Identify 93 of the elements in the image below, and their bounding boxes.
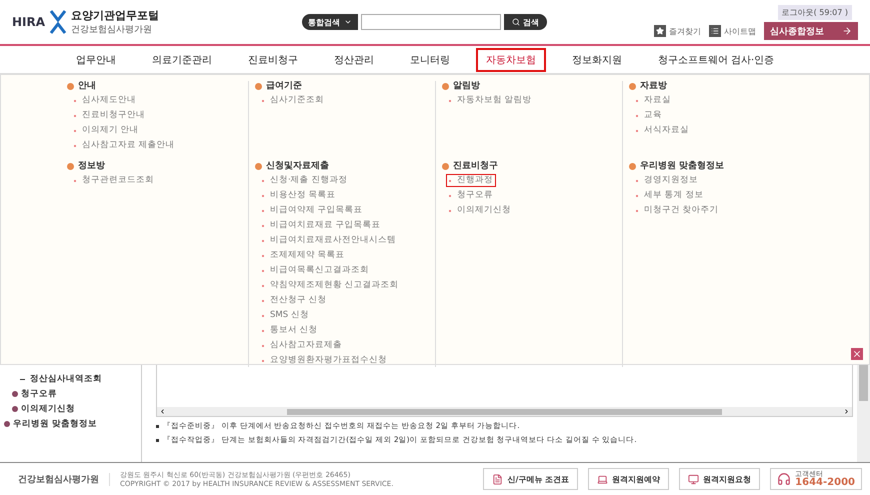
close-button[interactable]	[851, 348, 863, 360]
menu-link[interactable]: 약침약제조제현황 신고결과조회	[259, 279, 402, 292]
bullet-icon	[67, 83, 74, 90]
menu-link[interactable]: 자료실	[633, 94, 674, 107]
footer-button[interactable]: 신/구메뉴 조견표	[483, 468, 578, 490]
logo-title: 요양기관업무포털	[71, 8, 160, 23]
laptop-icon	[597, 474, 608, 484]
search-field[interactable]	[361, 14, 501, 30]
menu-link[interactable]: 비급여목록신고결과조회	[259, 264, 372, 277]
menu-link[interactable]: 심사참고자료 제출안내	[71, 139, 178, 152]
menu-link[interactable]: 조제제제약 목록표	[259, 249, 348, 262]
horizontal-scrollbar[interactable]	[157, 407, 852, 416]
menu-link[interactable]: 서식자료실	[633, 124, 692, 137]
logo-brand: HIRA	[12, 15, 46, 29]
nav-tab[interactable]: 진료비청구	[238, 48, 308, 72]
menu-group-title: 우리병원 맞춤형정보	[629, 161, 809, 172]
sidebar-item[interactable]: 청구오류	[0, 388, 141, 400]
monitor-icon	[688, 474, 700, 484]
bullet-icon	[255, 163, 262, 170]
menu-link[interactable]: 비용산정 목록표	[259, 189, 339, 202]
menu-link[interactable]: 비급여약제 구입목록표	[259, 204, 366, 217]
bullet-icon	[67, 163, 74, 170]
menu-group-title: 급여기준	[255, 81, 435, 92]
menu-link[interactable]: 신청·제출 진행과정	[259, 174, 350, 187]
menu-link[interactable]: 심사제도안내	[71, 94, 139, 107]
menu-group-title: 정보방	[67, 161, 248, 172]
close-icon	[852, 349, 862, 359]
caret-icon	[344, 18, 352, 26]
bullet-icon	[255, 83, 262, 90]
arrow-right-icon	[842, 26, 852, 36]
menu-link[interactable]: 미청구건 찾아주기	[633, 204, 722, 217]
bullet-icon	[442, 83, 449, 90]
footer-logo: 건강보험심사평가원	[18, 472, 110, 486]
vertical-scrollbar[interactable]	[857, 365, 870, 462]
menu-link[interactable]: 이의제기 안내	[71, 124, 142, 137]
menu-link[interactable]: SMS 신청	[259, 309, 312, 322]
menu-link[interactable]: 교육	[633, 109, 665, 122]
menu-link[interactable]: 진행과정	[446, 174, 496, 187]
nav-tab[interactable]: 업무안내	[66, 48, 126, 72]
menu-link[interactable]: 청구오류	[446, 189, 496, 202]
menu-link[interactable]: 이의제기신청	[446, 204, 514, 217]
menu-group-title: 신청및자료제출	[255, 161, 435, 172]
nav-tab[interactable]: 의료기준관리	[142, 48, 222, 72]
document-icon	[492, 474, 504, 484]
bullet-icon	[629, 83, 636, 90]
nav-tab[interactable]: 청구소프트웨어 검사·인증	[648, 48, 784, 72]
bullet-icon	[156, 438, 159, 442]
search-scope-dropdown[interactable]: 통합검색	[302, 14, 358, 30]
review-info-button[interactable]: 심사종합정보	[764, 22, 858, 40]
bullet-icon	[156, 424, 159, 428]
menu-link[interactable]: 전산청구 신청	[259, 294, 330, 307]
nav-tab[interactable]: 정산관리	[324, 48, 384, 72]
menu-link[interactable]: 경영지원정보	[633, 174, 701, 187]
logo-subtitle: 건강보험심사평가원	[71, 24, 154, 36]
chevron-left-icon[interactable]	[159, 408, 166, 415]
chevron-right-icon[interactable]	[842, 408, 850, 415]
sidebar-item[interactable]: 이의제기신청	[0, 403, 141, 415]
menu-link[interactable]: 통보서 신청	[259, 324, 321, 337]
menu-link[interactable]: 청구관련코드조회	[71, 174, 157, 187]
favorites-link[interactable]: 즐겨찾기	[654, 25, 701, 37]
list-icon	[709, 25, 721, 37]
menu-link[interactable]: 심사참고자료제출	[259, 339, 345, 352]
menu-group-title: 자료방	[629, 81, 809, 92]
nav-tab[interactable]: 모니터링	[400, 48, 460, 72]
menu-link[interactable]: 비급여치료재료사전안내시스템	[259, 234, 399, 247]
menu-link[interactable]: 심사기준조회	[259, 94, 327, 107]
nav-tab[interactable]: 자동차보험	[476, 48, 546, 72]
menu-link[interactable]: 비급여치료재료 구입목록표	[259, 219, 384, 232]
logout-button[interactable]: 로그아웃( 59:07 )	[778, 5, 852, 20]
sidebar-item[interactable]: 정산심사내역조회	[0, 373, 141, 385]
logo-icon	[49, 10, 68, 34]
bullet-icon	[629, 163, 636, 170]
sidebar-item[interactable]: 우리병원 맞춤형정보	[0, 418, 141, 430]
menu-group-title: 안내	[67, 81, 248, 92]
footer-button[interactable]: 원격지원요청	[679, 468, 760, 490]
menu-link[interactable]: 진료비청구안내	[71, 109, 148, 122]
menu-link[interactable]: 요양병원환자평가표접수신청	[259, 354, 390, 367]
footer-button[interactable]: 원격지원예약	[588, 468, 670, 490]
bullet-icon	[442, 163, 449, 170]
headset-icon	[777, 472, 792, 486]
bullet-icon	[12, 406, 18, 412]
search-button[interactable]: 검색	[504, 14, 547, 30]
dash-icon	[20, 378, 25, 380]
bullet-icon	[4, 421, 10, 427]
star-icon	[654, 25, 666, 37]
menu-link[interactable]: 자동차보험 알림방	[446, 94, 535, 107]
sitemap-link[interactable]: 사이트맵	[709, 25, 756, 37]
menu-group-title: 진료비청구	[442, 161, 622, 172]
menu-group-title: 알림방	[442, 81, 622, 92]
search-icon	[512, 18, 520, 26]
nav-tab[interactable]: 정보화지원	[562, 48, 632, 72]
menu-link[interactable]: 세부 통계 정보	[633, 189, 706, 202]
bullet-icon	[12, 391, 18, 397]
